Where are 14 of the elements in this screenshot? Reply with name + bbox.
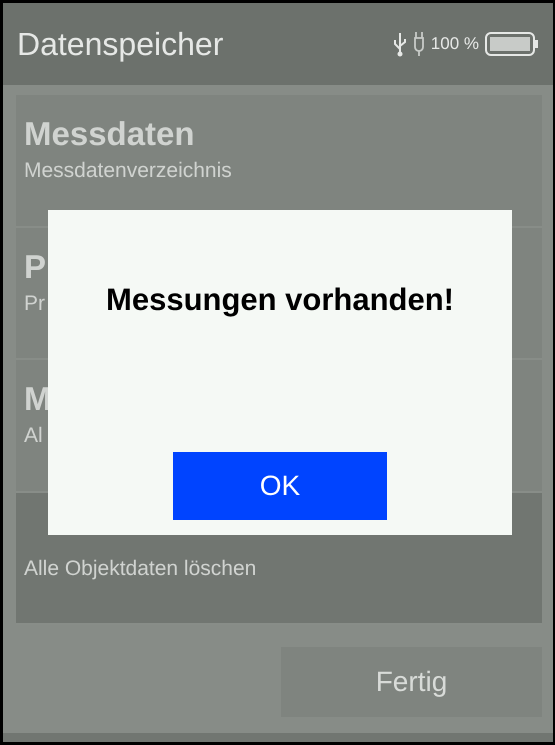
done-button[interactable]: Fertig xyxy=(281,647,542,717)
plug-icon xyxy=(412,31,425,57)
battery-icon xyxy=(485,31,539,57)
window-title: Datenspeicher xyxy=(17,26,224,62)
item-subtitle: Al xyxy=(24,424,43,448)
item-subtitle: Messdatenverzeichnis xyxy=(24,159,232,183)
item-subtitle: Pr xyxy=(24,292,45,316)
usb-icon xyxy=(392,31,407,57)
item-subtitle: Alle Objektdaten löschen xyxy=(24,556,256,580)
item-title: P xyxy=(24,248,46,286)
item-title: Messdaten xyxy=(24,115,195,153)
battery-percentage: 100 % xyxy=(430,34,479,54)
ok-button[interactable]: OK xyxy=(173,452,387,520)
dialog-message: Messungen vorhanden! xyxy=(106,282,454,318)
